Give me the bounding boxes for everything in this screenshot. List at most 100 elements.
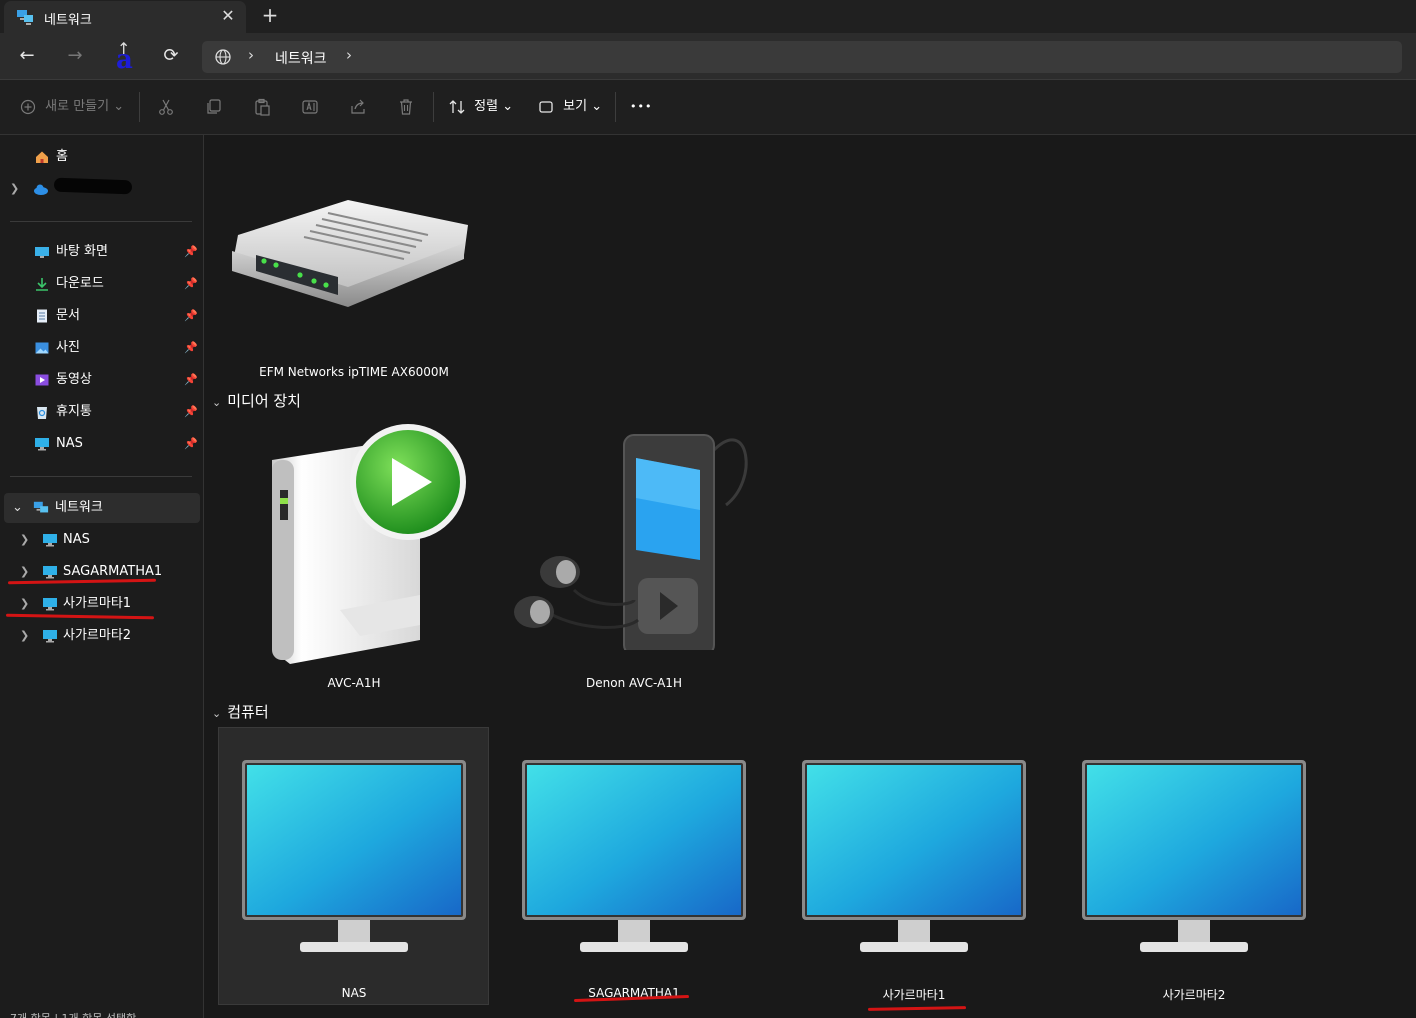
device-name: 사가르마타1 — [882, 988, 946, 1002]
sort-button[interactable]: 정렬 ⌄ — [448, 96, 513, 118]
sidebar-item-quick-access[interactable]: 사진 📌 — [0, 333, 204, 363]
sidebar-item-home[interactable]: 홈 — [0, 142, 204, 172]
forward-button[interactable]: → — [61, 43, 89, 69]
refresh-button[interactable]: ⟳ — [157, 43, 185, 69]
redacted-label — [53, 177, 133, 195]
device-computer[interactable]: NAS — [220, 730, 488, 1002]
globe-icon — [215, 49, 231, 65]
sidebar-label: 동영상 — [56, 372, 92, 387]
sidebar-divider — [10, 476, 192, 477]
monitor-icon — [1082, 760, 1306, 952]
device-router[interactable]: EFM Networks ipTIME AX6000M — [220, 195, 488, 385]
toolbar-divider — [139, 92, 140, 122]
sidebar-item-network-computer[interactable]: ❯ NAS — [0, 525, 204, 555]
new-button-label: 새로 만들기 — [45, 99, 110, 114]
videos-icon — [35, 374, 49, 386]
breadcrumb-separator[interactable]: › — [346, 46, 352, 64]
chevron-down-icon: ⌄ — [502, 99, 514, 114]
toolbar-divider — [615, 92, 616, 122]
device-name: 사가르마타2 — [1162, 988, 1226, 1002]
sidebar-item-quick-access[interactable]: 동영상 📌 — [0, 365, 204, 395]
sidebar-item-quick-access[interactable]: 바탕 화면 📌 — [0, 237, 204, 267]
pin-icon[interactable]: 📌 — [184, 365, 198, 395]
download-icon — [36, 278, 48, 291]
group-title: 컴퓨터 — [227, 703, 269, 721]
monitor-icon — [242, 760, 466, 952]
tab-network[interactable]: 네트워크 ✕ — [4, 1, 246, 33]
chevron-down-icon: ⌄ — [12, 500, 23, 515]
sidebar-divider — [10, 221, 192, 222]
network-icon — [17, 10, 33, 25]
document-icon — [37, 309, 47, 323]
recycle-bin-icon — [37, 407, 47, 419]
plus-circle-icon — [20, 99, 36, 114]
monitor-icon — [522, 760, 746, 952]
monitor-icon — [802, 760, 1026, 952]
copy-button[interactable] — [205, 96, 223, 118]
sidebar-label: 문서 — [56, 308, 80, 323]
home-icon — [36, 151, 48, 163]
share-button[interactable] — [349, 96, 367, 118]
sidebar-label: 네트워크 — [55, 500, 103, 515]
navigation-bar: ← → ↑ a ⟳ › 네트워크 › — [0, 33, 1416, 80]
sidebar-label: 바탕 화면 — [56, 244, 108, 259]
sidebar-item-network[interactable]: ⌄ 네트워크 — [4, 493, 200, 523]
sidebar-item-quick-access[interactable]: 다운로드 📌 — [0, 269, 204, 299]
paste-button[interactable] — [253, 96, 271, 118]
media-server-icon — [272, 424, 466, 664]
pin-icon[interactable]: 📌 — [184, 429, 198, 459]
sidebar-label: 휴지통 — [56, 404, 92, 419]
media-player-icon — [514, 434, 748, 650]
toolbar-divider — [433, 92, 434, 122]
trash-icon — [400, 98, 412, 115]
device-name: NAS — [341, 986, 367, 1000]
view-button[interactable]: 보기 ⌄ — [538, 96, 602, 118]
tab-strip: 네트워크 ✕ + — [0, 0, 1416, 33]
sidebar-item-quick-access[interactable]: 휴지통 📌 — [0, 397, 204, 427]
up-button[interactable]: ↑ a — [112, 39, 142, 75]
device-avc-a1h[interactable]: AVC-A1H — [220, 420, 488, 690]
sidebar-label: 다운로드 — [56, 276, 104, 291]
new-button[interactable]: 새로 만들기 ⌄ — [20, 96, 124, 118]
pin-icon[interactable]: 📌 — [184, 269, 198, 299]
back-button[interactable]: ← — [13, 43, 41, 69]
breadcrumb-network[interactable]: 네트워크 — [275, 48, 327, 68]
pin-icon[interactable]: 📌 — [184, 397, 198, 427]
group-header-computers[interactable]: ⌄ 컴퓨터 — [212, 701, 269, 722]
address-bar[interactable]: › 네트워크 › — [202, 41, 1402, 73]
computer-icon — [43, 534, 57, 547]
delete-button[interactable] — [397, 96, 415, 118]
rename-button[interactable] — [301, 96, 319, 118]
close-icon[interactable]: ✕ — [218, 6, 238, 26]
sidebar-label: 사가르마타2 — [63, 628, 132, 643]
cut-button[interactable] — [157, 96, 175, 118]
red-annotation-underline — [867, 1006, 967, 1011]
rename-icon — [302, 99, 318, 114]
device-name: AVC-A1H — [327, 676, 381, 690]
share-icon — [351, 99, 365, 114]
computer-icon — [35, 438, 49, 451]
device-denon-avc-a1h[interactable]: Denon AVC-A1H — [500, 420, 768, 690]
pin-icon[interactable]: 📌 — [184, 237, 198, 267]
device-computer[interactable]: SAGARMATHA1 — [500, 730, 768, 1002]
breadcrumb-separator[interactable]: › — [248, 46, 254, 64]
navigation-pane: 홈 ❯ 바탕 화면 📌 다운로드 📌 문서 📌 사진 📌 동영상 📌 휴지통 📌 NAS 📌 ⌄ 네트워크… — [0, 135, 204, 1018]
pin-icon[interactable]: 📌 — [184, 333, 198, 363]
sidebar-item-network-computer[interactable]: ❯ 사가르마타2 — [0, 621, 204, 651]
chevron-right-icon: ❯ — [20, 629, 30, 642]
sidebar-item-quick-access[interactable]: 문서 📌 — [0, 301, 204, 331]
new-tab-button[interactable]: + — [259, 4, 281, 26]
device-name: EFM Networks ipTIME AX6000M — [259, 365, 449, 379]
tab-title: 네트워크 — [44, 13, 92, 28]
sidebar-item-quick-access[interactable]: NAS 📌 — [0, 429, 204, 459]
desktop-icon — [35, 247, 49, 258]
group-header-media[interactable]: ⌄ 미디어 장치 — [212, 390, 301, 411]
sidebar-label: 사진 — [56, 340, 80, 355]
overlay-letter: a — [116, 45, 133, 75]
network-icon — [33, 501, 49, 513]
pictures-icon — [35, 342, 49, 354]
pin-icon[interactable]: 📌 — [184, 301, 198, 331]
device-computer[interactable]: 사가르마타2 — [1060, 730, 1328, 1002]
device-computer[interactable]: 사가르마타1 — [780, 730, 1048, 1002]
more-options-button[interactable]: ••• — [630, 96, 652, 118]
